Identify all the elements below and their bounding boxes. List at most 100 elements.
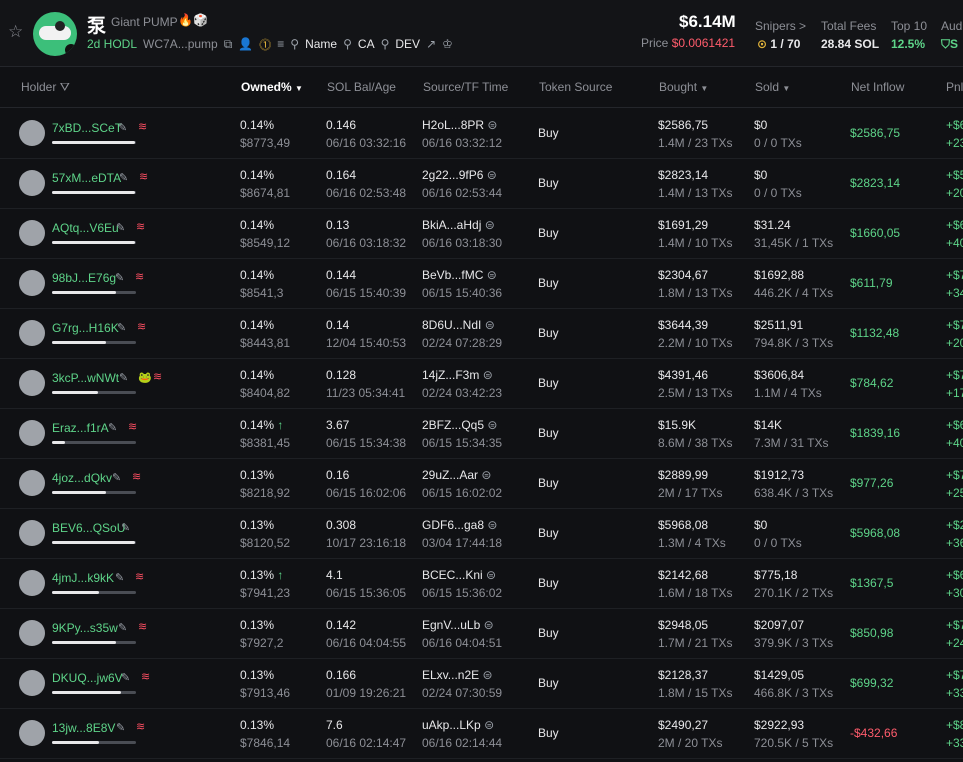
col-holder[interactable]: Holder ⛛ — [21, 80, 70, 95]
holder-address[interactable]: AQtq...V6Eu — [52, 221, 119, 235]
search-dev-icon[interactable]: ⚲ — [381, 37, 390, 51]
source-address[interactable]: EgnV...uLb ⊜ — [422, 618, 494, 632]
holder-address[interactable]: Eraz...f1rA — [52, 421, 109, 435]
source-address[interactable]: H2oL...8PR ⊜ — [422, 118, 497, 132]
edit-pencil-icon[interactable]: ✎ — [108, 421, 117, 434]
table-row[interactable]: AQtq...V6Eu ✎ ≋ 0.14% $8549,12 0.13 06/1… — [0, 208, 963, 259]
edit-pencil-icon[interactable]: ✎ — [121, 671, 130, 684]
warning-icon[interactable]: ⓵ — [259, 36, 271, 53]
game-icon: 🎲 — [193, 13, 208, 27]
holder-address[interactable]: G7rg...H16K — [52, 321, 119, 335]
table-row[interactable]: 13jw...8E8V ✎ ≋ 0.13% $7846,14 7.6 06/16… — [0, 708, 963, 759]
source-address[interactable]: 14jZ...F3m ⊜ — [422, 368, 493, 382]
edit-pencil-icon[interactable]: ✎ — [115, 271, 124, 284]
search-name-icon[interactable]: ⚲ — [290, 37, 299, 51]
edit-pencil-icon[interactable]: ✎ — [118, 121, 127, 134]
net-inflow: $5968,08 — [850, 526, 901, 540]
crown-icon[interactable]: ♔ — [442, 37, 453, 51]
external-link-icon[interactable]: ↗ — [426, 37, 436, 51]
source-address[interactable]: GDF6...ga8 ⊜ — [422, 518, 497, 532]
source-address[interactable]: 2g22...9fP6 ⊜ — [422, 168, 497, 182]
col-owned[interactable]: Owned% ▼ — [241, 80, 303, 94]
table-row[interactable]: G7rg...H16K ✎ ≋ 0.14% $8443,81 0.14 12/0… — [0, 308, 963, 359]
avatar[interactable] — [19, 620, 45, 646]
edit-pencil-icon[interactable]: ✎ — [115, 571, 124, 584]
edit-pencil-icon[interactable]: ✎ — [119, 371, 128, 384]
search-ca-icon[interactable]: ⚲ — [343, 37, 352, 51]
edit-pencil-icon[interactable]: ✎ — [116, 721, 125, 734]
table-row[interactable]: 4jmJ...k9kK ✎ ≋ 0.13% ↑ $7941,23 4.1 06/… — [0, 558, 963, 609]
table-row[interactable]: 9KPy...s35w ✎ ≋ 0.13% $7927,2 0.142 06/1… — [0, 608, 963, 659]
table-row[interactable]: 4joz...dQkv ✎ ≋ 0.13% $8218,92 0.16 06/1… — [0, 458, 963, 509]
holder-profile-icon[interactable]: 👤 — [238, 37, 253, 51]
source-address[interactable]: 2BFZ...Qq5 ⊜ — [422, 418, 497, 432]
avatar[interactable] — [19, 470, 45, 496]
owned-usd: $8218,92 — [240, 486, 291, 500]
holder-address[interactable]: 57xM...eDTA — [52, 171, 121, 185]
holder-address[interactable]: 4joz...dQkv — [52, 471, 112, 485]
bought-usd: $3644,39 — [658, 318, 709, 332]
source-address[interactable]: BkiA...aHdj ⊜ — [422, 218, 495, 232]
avatar[interactable] — [19, 220, 45, 246]
list-icon[interactable]: ≡ — [277, 37, 284, 51]
avatar[interactable] — [19, 570, 45, 596]
source-chain-icon: ⊜ — [487, 118, 498, 132]
source-address[interactable]: ELxv...n2E ⊜ — [422, 668, 493, 682]
source-time: 06/15 16:02:02 — [422, 486, 503, 500]
sold-txs: 1.1M / 4 TXs — [754, 386, 822, 400]
pnl-percent: +17 — [946, 386, 963, 400]
col-sold[interactable]: Sold ▼ — [755, 80, 790, 94]
search-name-link[interactable]: Name — [305, 37, 337, 51]
avatar[interactable] — [19, 370, 45, 396]
favorite-star-icon[interactable]: ☆ — [8, 22, 23, 42]
pnl-percent: +20 — [946, 336, 963, 350]
table-row[interactable]: 98bJ...E76g ✎ ≋ 0.14% $8541,3 0.144 06/1… — [0, 258, 963, 309]
source-address[interactable]: BCEC...Kni ⊜ — [422, 568, 496, 582]
table-row[interactable]: 7xBD...SCeT ✎ ≋ 0.14% $8773,49 0.146 06/… — [0, 108, 963, 159]
edit-pencil-icon[interactable]: ✎ — [118, 621, 127, 634]
edit-pencil-icon[interactable]: ✎ — [121, 521, 130, 534]
col-net-inflow[interactable]: Net Inflow — [851, 80, 904, 94]
holder-address[interactable]: 7xBD...SCeT — [52, 121, 122, 135]
edit-pencil-icon[interactable]: ✎ — [112, 471, 121, 484]
avatar[interactable] — [19, 170, 45, 196]
col-source-tf[interactable]: Source/TF Time — [423, 80, 508, 94]
token-address[interactable]: WC7A...pump — [143, 37, 218, 51]
table-row[interactable]: Eraz...f1rA ✎ ≋ 0.14% ↑ $8381,45 3.67 06… — [0, 408, 963, 459]
edit-pencil-icon[interactable]: ✎ — [117, 321, 126, 334]
table-row[interactable]: DKUQ...jw6V ✎ ≋ 0.13% $7913,46 0.166 01/… — [0, 658, 963, 709]
col-pnl[interactable]: Pnl — [946, 80, 963, 94]
source-address[interactable]: 8D6U...NdI ⊜ — [422, 318, 495, 332]
edit-pencil-icon[interactable]: ✎ — [119, 171, 128, 184]
avatar[interactable] — [19, 420, 45, 446]
holder-address[interactable]: 9KPy...s35w — [52, 621, 118, 635]
avatar[interactable] — [19, 720, 45, 746]
copy-icon[interactable]: ⧉ — [224, 37, 233, 52]
snipers-label[interactable]: Snipers > — [755, 19, 806, 33]
table-row[interactable]: 57xM...eDTA ✎ ≋ 0.14% $8674,81 0.164 06/… — [0, 158, 963, 209]
holder-address[interactable]: DKUQ...jw6V — [52, 671, 123, 685]
source-address[interactable]: 29uZ...Aar ⊜ — [422, 468, 491, 482]
avatar[interactable] — [19, 320, 45, 346]
holder-address[interactable]: BEV6...QSoU — [52, 521, 125, 535]
table-row[interactable]: 3kcP...wNWt ✎ ≋ 0.14% $8404,82 0.128 11/… — [0, 358, 963, 409]
edit-pencil-icon[interactable]: ✎ — [116, 221, 125, 234]
pnl-percent: +23 — [946, 136, 963, 150]
holder-address[interactable]: 98bJ...E76g — [52, 271, 116, 285]
source-address[interactable]: uAkp...LKp ⊜ — [422, 718, 494, 732]
col-bought[interactable]: Bought ▼ — [659, 80, 708, 94]
col-sol-bal[interactable]: SOL Bal/Age — [327, 80, 396, 94]
holder-address[interactable]: 4jmJ...k9kK — [52, 571, 114, 585]
avatar[interactable] — [19, 120, 45, 146]
table-row[interactable]: BEV6...QSoU ✎ 0.13% $8120,52 0.308 10/17… — [0, 508, 963, 559]
avatar[interactable] — [19, 270, 45, 296]
avatar[interactable] — [19, 670, 45, 696]
search-ca-link[interactable]: CA — [358, 37, 375, 51]
col-token-source[interactable]: Token Source — [539, 80, 612, 94]
holder-address[interactable]: 3kcP...wNWt — [52, 371, 119, 385]
holder-address[interactable]: 13jw...8E8V — [52, 721, 115, 735]
source-time: 06/16 04:04:51 — [422, 636, 503, 650]
avatar[interactable] — [19, 520, 45, 546]
search-dev-link[interactable]: DEV — [395, 37, 420, 51]
source-address[interactable]: BeVb...fMC ⊜ — [422, 268, 497, 282]
